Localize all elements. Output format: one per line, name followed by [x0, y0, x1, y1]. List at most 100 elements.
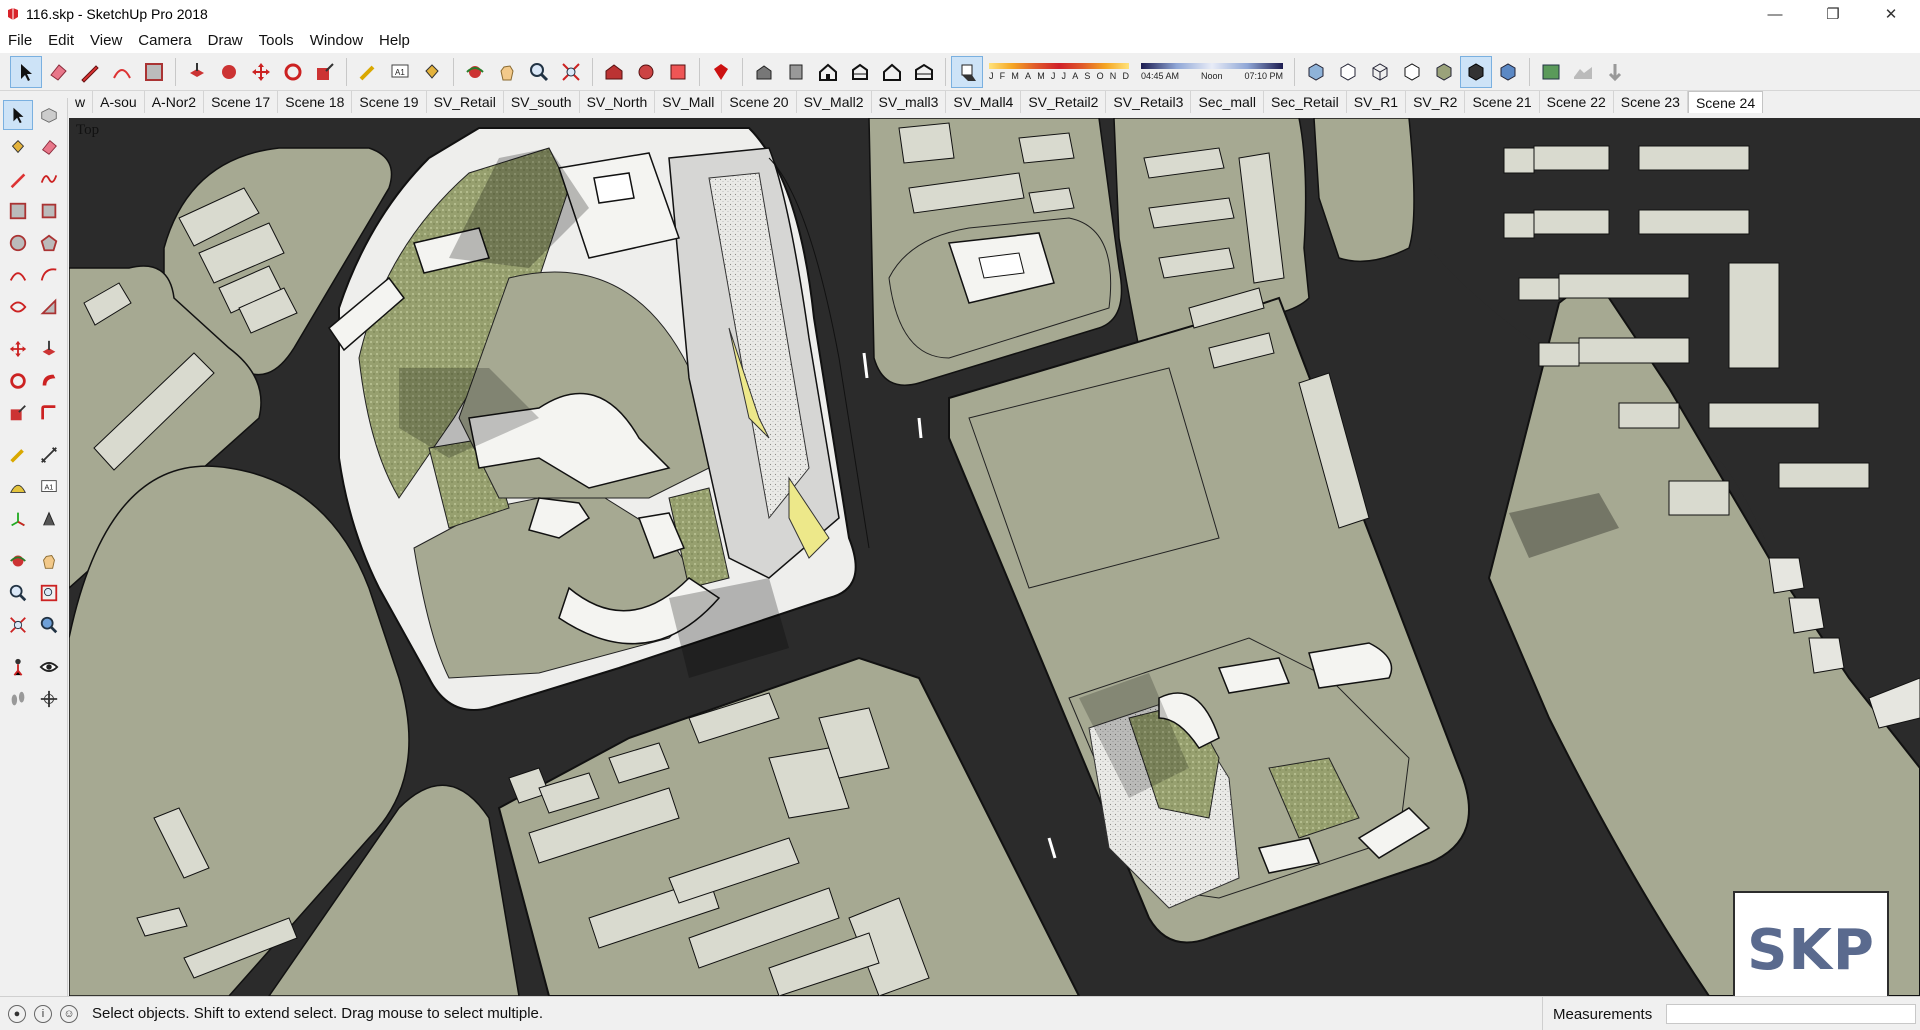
- scene-tab[interactable]: Scene 20: [722, 91, 797, 113]
- scene-tab[interactable]: SV_R2: [1406, 91, 1466, 113]
- paint-bucket-tool[interactable]: [3, 132, 33, 162]
- scene-tab[interactable]: Sec_Retail: [1264, 91, 1347, 113]
- scene-tab[interactable]: Scene 17: [204, 91, 279, 113]
- scene-tab[interactable]: SV_south: [504, 91, 580, 113]
- three-point-arc-tool[interactable]: [3, 292, 33, 322]
- rotated-rectangle-tool[interactable]: [34, 196, 64, 226]
- menu-window[interactable]: Window: [302, 32, 371, 49]
- push-pull-tool-button[interactable]: [181, 56, 213, 88]
- pie-tool[interactable]: [34, 292, 64, 322]
- orbit-tool-button[interactable]: [459, 56, 491, 88]
- scene-tab[interactable]: w: [68, 91, 94, 113]
- walk-tool[interactable]: [3, 684, 33, 714]
- select-tool[interactable]: [3, 100, 33, 130]
- photo-textures-button[interactable]: [1599, 56, 1631, 88]
- warehouse-button[interactable]: [598, 56, 630, 88]
- look-around-tool[interactable]: [34, 652, 64, 682]
- move-tool-button[interactable]: [245, 56, 277, 88]
- scene-tab[interactable]: A-Nor2: [145, 91, 205, 113]
- scene-tab[interactable]: Sec_mall: [1191, 91, 1265, 113]
- zoom-window-tool[interactable]: [34, 578, 64, 608]
- front-view-button[interactable]: [812, 56, 844, 88]
- menu-view[interactable]: View: [82, 32, 130, 49]
- rectangle-tool[interactable]: [3, 196, 33, 226]
- shaded-textures-style-button[interactable]: [1460, 55, 1492, 88]
- scene-tab[interactable]: SV_Mall4: [946, 91, 1022, 113]
- scene-tab[interactable]: Scene 23: [1614, 91, 1688, 113]
- section-plane-tool[interactable]: [34, 684, 64, 714]
- eraser-tool[interactable]: [34, 132, 64, 162]
- extension-warehouse-button[interactable]: [630, 56, 662, 88]
- rectangle-tool-button[interactable]: [138, 56, 170, 88]
- scene-tab[interactable]: SV_Retail: [427, 91, 504, 113]
- menu-tools[interactable]: Tools: [251, 32, 302, 49]
- shadow-date-slider[interactable]: J F M A M J J A S O N D: [989, 56, 1129, 88]
- dimension-tool[interactable]: [34, 440, 64, 470]
- right-view-button[interactable]: [844, 56, 876, 88]
- 3d-text-tool[interactable]: [34, 504, 64, 534]
- model-viewport[interactable]: [69, 118, 1920, 996]
- scene-tab[interactable]: SV_Mall: [655, 91, 723, 113]
- orbit-tool[interactable]: [3, 546, 33, 576]
- position-camera-tool[interactable]: [3, 652, 33, 682]
- axes-tool[interactable]: [3, 504, 33, 534]
- rotate-tool[interactable]: [3, 366, 33, 396]
- restore-button[interactable]: ❐: [1804, 0, 1862, 28]
- scale-tool[interactable]: [3, 398, 33, 428]
- previous-view-tool[interactable]: [34, 610, 64, 640]
- move-tool[interactable]: [3, 334, 33, 364]
- wireframe-style-button[interactable]: [1364, 56, 1396, 88]
- eraser-tool-button[interactable]: [42, 56, 74, 88]
- two-point-arc-tool[interactable]: [34, 260, 64, 290]
- credits-info-icon[interactable]: i: [34, 1004, 52, 1023]
- line-tool-button[interactable]: [74, 56, 106, 88]
- menu-draw[interactable]: Draw: [200, 32, 251, 49]
- tape-measure-tool[interactable]: [3, 440, 33, 470]
- tape-measure-tool-button[interactable]: [352, 56, 384, 88]
- menu-edit[interactable]: Edit: [40, 32, 82, 49]
- monochrome-style-button[interactable]: [1492, 56, 1524, 88]
- extension-manager-button[interactable]: [705, 56, 737, 88]
- shadows-toggle-button[interactable]: [951, 55, 983, 88]
- arc-tool-button[interactable]: [106, 56, 138, 88]
- layout-button[interactable]: [662, 56, 694, 88]
- measurements-input[interactable]: [1666, 1004, 1916, 1024]
- text-tool[interactable]: A1: [34, 472, 64, 502]
- geo-location-icon[interactable]: ●: [8, 1004, 26, 1023]
- protractor-tool[interactable]: [3, 472, 33, 502]
- scene-tab[interactable]: SV_North: [580, 91, 656, 113]
- follow-me-tool[interactable]: [34, 366, 64, 396]
- scene-tab[interactable]: Scene 21: [1465, 91, 1540, 113]
- scene-tab[interactable]: Scene 22: [1540, 91, 1614, 113]
- paint-bucket-tool-button[interactable]: [416, 56, 448, 88]
- back-edges-style-button[interactable]: [1332, 56, 1364, 88]
- scene-tab[interactable]: SV_R1: [1347, 91, 1407, 113]
- rotate-tool-button[interactable]: [277, 56, 309, 88]
- polygon-tool[interactable]: [34, 228, 64, 258]
- scene-tab[interactable]: A-sou: [93, 91, 145, 113]
- scene-tab[interactable]: Scene 18: [278, 91, 353, 113]
- top-view-button[interactable]: [780, 56, 812, 88]
- scene-tab[interactable]: SV_mall3: [872, 91, 947, 113]
- menu-camera[interactable]: Camera: [130, 32, 199, 49]
- add-location-button[interactable]: [1535, 56, 1567, 88]
- scene-tab-active[interactable]: Scene 24: [1687, 91, 1764, 113]
- zoom-extents-tool-button[interactable]: [555, 56, 587, 88]
- offset-tool[interactable]: [34, 398, 64, 428]
- shaded-style-button[interactable]: [1428, 56, 1460, 88]
- scene-tab[interactable]: SV_Retail2: [1021, 91, 1107, 113]
- scene-tab[interactable]: SV_Mall2: [797, 91, 872, 113]
- back-view-button[interactable]: [876, 56, 908, 88]
- pan-tool-button[interactable]: [491, 56, 523, 88]
- text-tool-button[interactable]: A1: [384, 56, 416, 88]
- scale-tool-button[interactable]: [309, 56, 341, 88]
- follow-me-tool-button[interactable]: [213, 56, 245, 88]
- make-component-tool[interactable]: [34, 100, 64, 130]
- line-tool[interactable]: [3, 164, 33, 194]
- arc-tool[interactable]: [3, 260, 33, 290]
- zoom-tool-button[interactable]: [523, 56, 555, 88]
- close-button[interactable]: ✕: [1862, 0, 1920, 28]
- user-account-icon[interactable]: ☺: [60, 1004, 78, 1023]
- zoom-tool[interactable]: [3, 578, 33, 608]
- menu-help[interactable]: Help: [371, 32, 418, 49]
